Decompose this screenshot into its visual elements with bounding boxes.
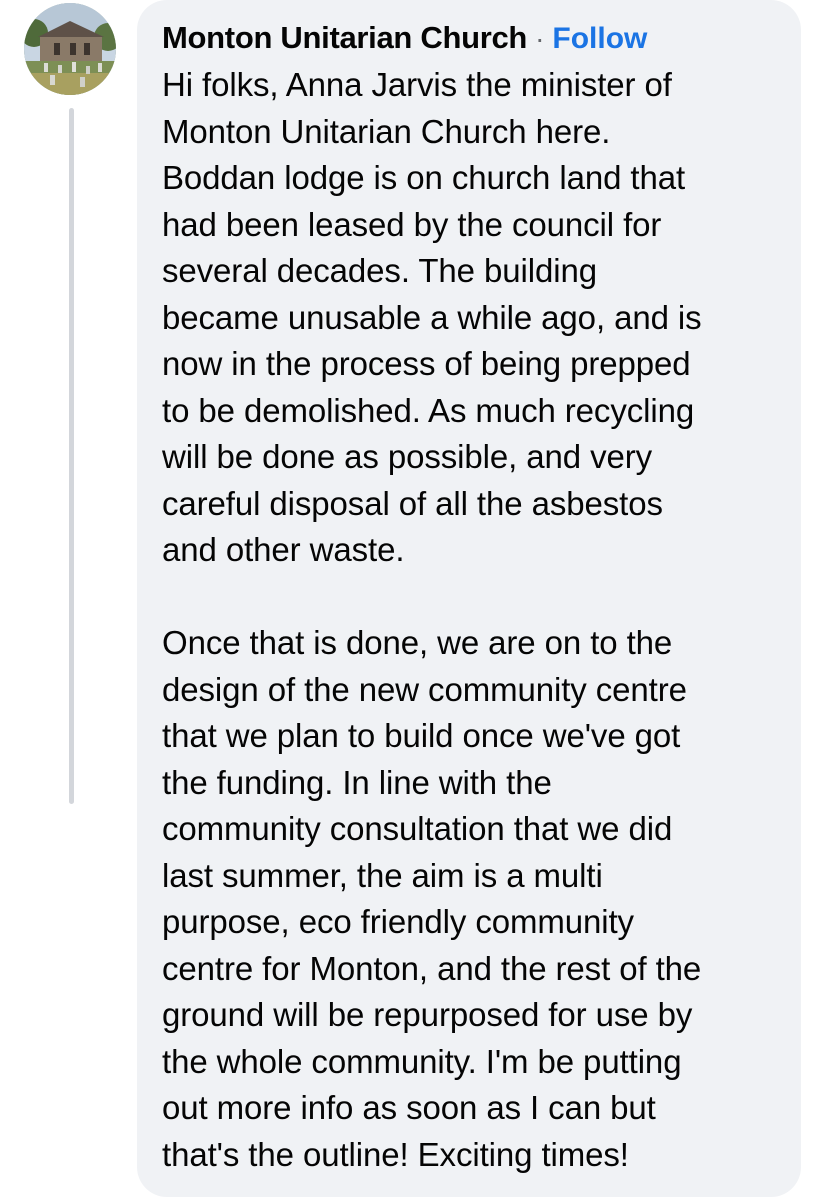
comment-paragraph-2: Once that is done, we are on to the desi… (162, 624, 702, 1173)
avatar[interactable] (24, 3, 116, 95)
comment-thread: Monton Unitarian Church · Follow Hi folk… (0, 0, 829, 1200)
comment-bubble: Monton Unitarian Church · Follow Hi folk… (137, 0, 801, 1197)
church-photo-icon (24, 3, 116, 95)
author-name[interactable]: Monton Unitarian Church (162, 20, 527, 56)
separator-dot: · (535, 23, 545, 54)
follow-button[interactable]: Follow (552, 22, 647, 56)
comment-header: Monton Unitarian Church · Follow (162, 20, 781, 60)
comment-paragraph-1: Hi folks, Anna Jarvis the minister of Mo… (162, 66, 702, 568)
reply-thread-line (69, 108, 74, 804)
